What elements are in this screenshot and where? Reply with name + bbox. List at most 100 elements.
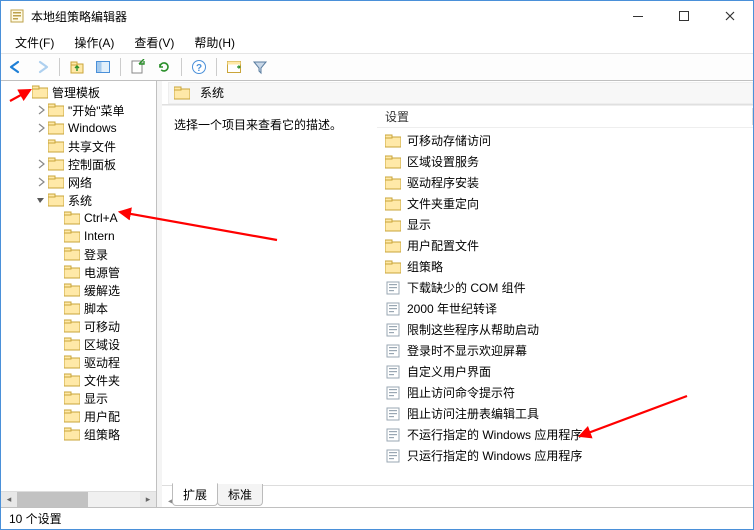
menu-view[interactable]: 查看(V) [126,32,182,53]
tree-item[interactable]: 控制面板 [1,155,156,173]
tab-extended[interactable]: 扩展 [172,483,218,506]
menu-file[interactable]: 文件(F) [7,32,62,53]
folder-icon [385,259,401,275]
list-folder-item[interactable]: 驱动程序安装 [377,172,753,193]
toolbar: ? [1,53,753,81]
column-header-label: 设置 [385,108,409,125]
list-setting-item[interactable]: 2000 年世纪转译 [377,298,753,319]
list-item-label: 限制这些程序从帮助启动 [407,321,539,338]
folder-icon [32,85,48,99]
title-bar: 本地组策略编辑器 [1,1,753,31]
back-button[interactable] [5,56,27,78]
list-item-label: 区域设置服务 [407,153,479,170]
forward-button[interactable] [31,56,53,78]
list-setting-item[interactable]: 下载缺少的 COM 组件 [377,277,753,298]
list-folder-item[interactable]: 用户配置文件 [377,235,753,256]
list-item-label: 只运行指定的 Windows 应用程序 [407,447,582,464]
folder-icon [64,427,80,441]
setting-icon [385,322,401,338]
tree-item[interactable]: 缓解选 [1,281,156,299]
tree-item-label: 电源管 [84,264,120,281]
minimize-button[interactable] [615,1,661,31]
tree-item[interactable]: 电源管 [1,263,156,281]
list-setting-item[interactable]: 不运行指定的 Windows 应用程序 [377,424,753,445]
up-level-button[interactable] [66,56,88,78]
list-item-label: 登录时不显示欢迎屏幕 [407,342,527,359]
folder-icon [64,301,80,315]
list-item-label: 文件夹重定向 [407,195,479,212]
tab-standard[interactable]: 标准 [217,484,263,506]
tree-item[interactable]: 用户配 [1,407,156,425]
list-setting-item[interactable]: 限制这些程序从帮助启动 [377,319,753,340]
tree-horizontal-scrollbar[interactable]: ◂ ▸ [1,491,156,507]
list-folder-item[interactable]: 组策略 [377,256,753,277]
expander-icon[interactable] [19,87,31,97]
list-setting-item[interactable]: 阻止访问注册表编辑工具 [377,403,753,424]
list-folder-item[interactable]: 区域设置服务 [377,151,753,172]
list-item-label: 下载缺少的 COM 组件 [407,279,526,296]
tree-item[interactable]: Windows [1,119,156,137]
tree-item-label: 共享文件 [68,138,116,155]
setting-icon [385,448,401,464]
menu-action[interactable]: 操作(A) [66,32,122,53]
setting-icon [385,343,401,359]
expander-icon[interactable] [35,195,47,205]
list-folder-item[interactable]: 文件夹重定向 [377,193,753,214]
show-hide-tree-button[interactable] [92,56,114,78]
expander-icon[interactable] [35,123,47,133]
toolbar-separator [120,58,121,76]
tree-item[interactable]: 可移动 [1,317,156,335]
tree-item[interactable]: 驱动程 [1,353,156,371]
list-setting-item[interactable]: 自定义用户界面 [377,361,753,382]
scroll-right-arrow[interactable]: ▸ [140,492,156,507]
setting-icon [385,385,401,401]
scroll-left-arrow[interactable]: ◂ [1,492,17,507]
list-item-label: 可移动存储访问 [407,132,491,149]
tree-root-admin-templates[interactable]: 管理模板 [1,83,156,101]
tree-item-label: 文件夹 [84,372,120,389]
description-column: 选择一个项目来查看它的描述。 [162,106,377,485]
scroll-thumb[interactable] [17,492,88,507]
tree-item[interactable]: 文件夹 [1,371,156,389]
setting-icon [385,406,401,422]
help-button[interactable]: ? [188,56,210,78]
refresh-button[interactable] [153,56,175,78]
tree-item[interactable]: Ctrl+A [1,209,156,227]
expander-icon[interactable] [35,159,47,169]
export-button[interactable] [127,56,149,78]
list-setting-item[interactable]: 阻止访问命令提示符 [377,382,753,403]
tree-item-system[interactable]: 系统 [1,191,156,209]
tree-item[interactable]: 脚本 [1,299,156,317]
close-button[interactable] [707,1,753,31]
list-item-label: 2000 年世纪转译 [407,300,497,317]
folder-icon [48,157,64,171]
tree-item[interactable]: 组策略 [1,425,156,443]
list-setting-item[interactable]: 只运行指定的 Windows 应用程序 [377,445,753,466]
folder-icon [64,265,80,279]
tree-item[interactable]: 登录 [1,245,156,263]
menu-help[interactable]: 帮助(H) [186,32,243,53]
tree-item[interactable]: 共享文件 [1,137,156,155]
list-setting-item[interactable]: 登录时不显示欢迎屏幕 [377,340,753,361]
folder-icon [385,217,401,233]
list-folder-item[interactable]: 可移动存储访问 [377,130,753,151]
tree-item[interactable]: 显示 [1,389,156,407]
maximize-button[interactable] [661,1,707,31]
list-folder-item[interactable]: 显示 [377,214,753,235]
tree-item[interactable]: 区域设 [1,335,156,353]
folder-icon [385,196,401,212]
tree-pane: 管理模板"开始"菜单Windows共享文件控制面板网络系统Ctrl+AInter… [1,81,157,507]
filter-button[interactable] [249,56,271,78]
tree-item[interactable]: Intern [1,227,156,245]
setting-icon [385,301,401,317]
tree-item[interactable]: 网络 [1,173,156,191]
expander-icon[interactable] [35,105,47,115]
tree-item-label: 管理模板 [52,84,100,101]
tree-item[interactable]: "开始"菜单 [1,101,156,119]
app-icon [9,8,25,24]
path-header: 系统 [162,81,753,105]
column-header-setting[interactable]: 设置 [377,106,753,128]
folder-icon [48,121,64,135]
extended-view-button[interactable] [223,56,245,78]
expander-icon[interactable] [35,177,47,187]
